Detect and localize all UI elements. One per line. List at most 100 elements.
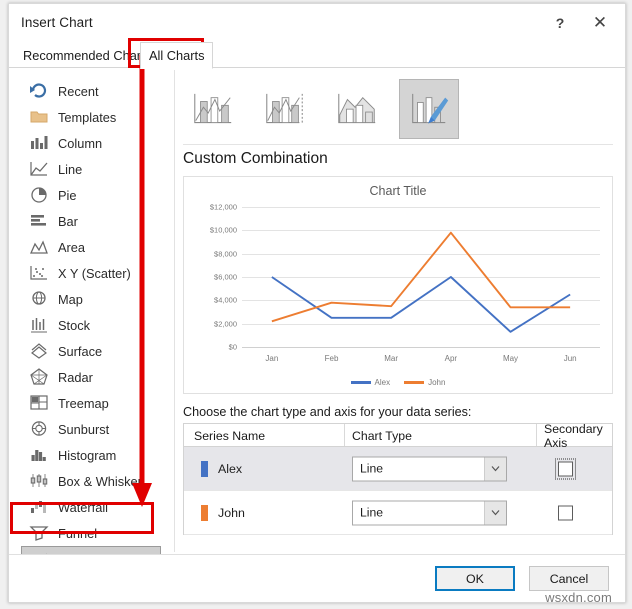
chart-type-label: Treemap xyxy=(58,395,109,411)
chart-type-item-pie[interactable]: Pie xyxy=(15,182,167,208)
series-row[interactable]: Alex Line xyxy=(184,447,612,491)
chart-type-label: Surface xyxy=(58,343,103,359)
y-axis-tick-label: $12,000 xyxy=(209,202,237,212)
chart-type-dropdown[interactable]: Line xyxy=(352,500,507,525)
legend-item-alex: Alex xyxy=(350,378,391,387)
header-divider-2 xyxy=(536,424,537,446)
close-icon[interactable]: ✕ xyxy=(585,9,615,37)
chart-type-label: Box & Whisker xyxy=(58,473,142,489)
chart-type-item-map[interactable]: Map xyxy=(15,286,167,312)
line-icon xyxy=(29,160,58,178)
legend-label: Alex xyxy=(374,378,391,387)
right-pane: Custom Combination Chart Title $0 $2,000 $… xyxy=(181,68,619,554)
combo-variant-thumbnails[interactable] xyxy=(181,74,619,144)
chart-type-dropdown[interactable]: Line xyxy=(352,456,507,481)
legend-swatch-icon xyxy=(350,381,371,384)
chart-preview[interactable]: Chart Title $0 $2,000 $4,000 $6,000 $8,000 $1… xyxy=(183,176,613,394)
recent-icon xyxy=(29,82,58,100)
x-axis-tick-label: Jun xyxy=(563,354,577,363)
clustered-column-line-secondary-axis-thumb[interactable] xyxy=(255,79,315,139)
chart-plot-area: $0 $2,000 $4,000 $6,000 $8,000 $10,000 $12,000… xyxy=(210,203,600,363)
chart-type-item-histogram[interactable]: Histogram xyxy=(15,442,167,468)
tab-recommended-charts[interactable]: Recommended Charts xyxy=(15,42,159,68)
bar-icon xyxy=(29,212,58,230)
clustered-column-line-thumb[interactable] xyxy=(183,79,243,139)
series-row[interactable]: John Line xyxy=(184,491,612,535)
chart-type-item-area[interactable]: Area xyxy=(15,234,167,260)
chart-series-layer xyxy=(242,207,600,347)
chart-type-item-box-whisker[interactable]: Box & Whisker xyxy=(15,468,167,494)
chart-type-item-surface[interactable]: Surface xyxy=(15,338,167,364)
chart-type-item-sunburst[interactable]: Sunburst xyxy=(15,416,167,442)
chart-type-item-templates[interactable]: Templates xyxy=(15,104,167,130)
thumbnails-divider xyxy=(183,144,613,145)
stock-icon xyxy=(29,316,58,334)
y-axis-tick-label: $6,000 xyxy=(214,272,237,282)
dialog-body: Recent Templates Column Line Pie Bar Area X Y (… xyxy=(9,68,625,574)
help-icon[interactable]: ? xyxy=(545,9,575,37)
chart-type-item-x-y-scatter[interactable]: X Y (Scatter) xyxy=(15,260,167,286)
chart-type-label: Sunburst xyxy=(58,421,110,437)
series-rows: Alex Line John Line xyxy=(184,447,612,535)
custom-combination-thumb[interactable] xyxy=(399,79,459,139)
chart-type-item-radar[interactable]: Radar xyxy=(15,364,167,390)
chart-type-item-column[interactable]: Column xyxy=(15,130,167,156)
chart-type-item-recent[interactable]: Recent xyxy=(15,78,167,104)
chart-type-label: Waterfall xyxy=(58,499,109,515)
column-icon xyxy=(29,134,58,152)
dialog-footer: OK Cancel xyxy=(9,554,625,602)
ok-button[interactable]: OK xyxy=(435,566,515,591)
chart-type-label: Funnel xyxy=(58,525,98,541)
legend-swatch-icon xyxy=(404,381,425,384)
radar-icon xyxy=(29,368,58,386)
chart-type-label: Area xyxy=(58,239,86,255)
map-icon xyxy=(29,290,58,308)
chart-type-item-waterfall[interactable]: Waterfall xyxy=(15,494,167,520)
chart-type-item-line[interactable]: Line xyxy=(15,156,167,182)
scatter-icon xyxy=(29,264,58,282)
x-axis-tick-label: Jan xyxy=(265,354,279,363)
area-icon xyxy=(29,238,58,256)
variant-heading: Custom Combination xyxy=(183,150,328,167)
funnel-icon xyxy=(29,524,58,542)
insert-chart-dialog: Insert Chart ? ✕ Recommended Charts All … xyxy=(8,3,626,603)
templates-icon xyxy=(29,108,58,126)
y-axis-tick-label: $0 xyxy=(228,342,237,352)
stacked-area-clustered-column-thumb[interactable] xyxy=(327,79,387,139)
header-divider-1 xyxy=(344,424,345,446)
dialog-titlebar: Insert Chart ? ✕ xyxy=(9,4,625,42)
secondary-axis-checkbox[interactable] xyxy=(558,505,573,520)
series-color-swatch-icon xyxy=(201,460,208,477)
x-axis-tick-label: Feb xyxy=(324,354,339,363)
sunburst-icon xyxy=(29,420,58,438)
y-gridline xyxy=(242,347,600,348)
chevron-down-icon[interactable] xyxy=(484,501,506,524)
chart-type-label: X Y (Scatter) xyxy=(58,265,131,281)
chart-type-list[interactable]: Recent Templates Column Line Pie Bar Area X Y (… xyxy=(15,72,167,574)
histogram-icon xyxy=(29,446,58,464)
chart-type-label: Map xyxy=(58,291,83,307)
x-axis-tick-label: Apr xyxy=(444,354,458,363)
chart-series-line-alex xyxy=(272,277,570,332)
chart-type-label: Histogram xyxy=(58,447,117,463)
tab-all-charts[interactable]: All Charts xyxy=(140,42,214,69)
box-whisker-icon xyxy=(29,472,58,490)
cancel-button[interactable]: Cancel xyxy=(529,566,609,591)
watermark: wsxdn.com xyxy=(545,590,612,605)
chart-title: Chart Title xyxy=(369,184,427,198)
legend-item-john: John xyxy=(404,378,445,387)
y-axis-tick-label: $2,000 xyxy=(214,319,237,329)
chart-type-item-funnel[interactable]: Funnel xyxy=(15,520,167,546)
dialog-title: Insert Chart xyxy=(21,15,93,30)
chart-type-item-stock[interactable]: Stock xyxy=(15,312,167,338)
chart-type-item-bar[interactable]: Bar xyxy=(15,208,167,234)
series-color-swatch-icon xyxy=(201,504,208,521)
chart-type-item-treemap[interactable]: Treemap xyxy=(15,390,167,416)
chart-type-label: Bar xyxy=(58,213,78,229)
treemap-icon xyxy=(29,394,58,412)
y-axis-tick-label: $4,000 xyxy=(214,295,237,305)
secondary-axis-checkbox[interactable] xyxy=(555,458,576,479)
screenshot-root: Insert Chart ? ✕ Recommended Charts All … xyxy=(0,0,632,609)
chevron-down-icon[interactable] xyxy=(484,457,506,480)
clustered-column-line-secondary-axis-thumb-glyph xyxy=(262,90,308,128)
